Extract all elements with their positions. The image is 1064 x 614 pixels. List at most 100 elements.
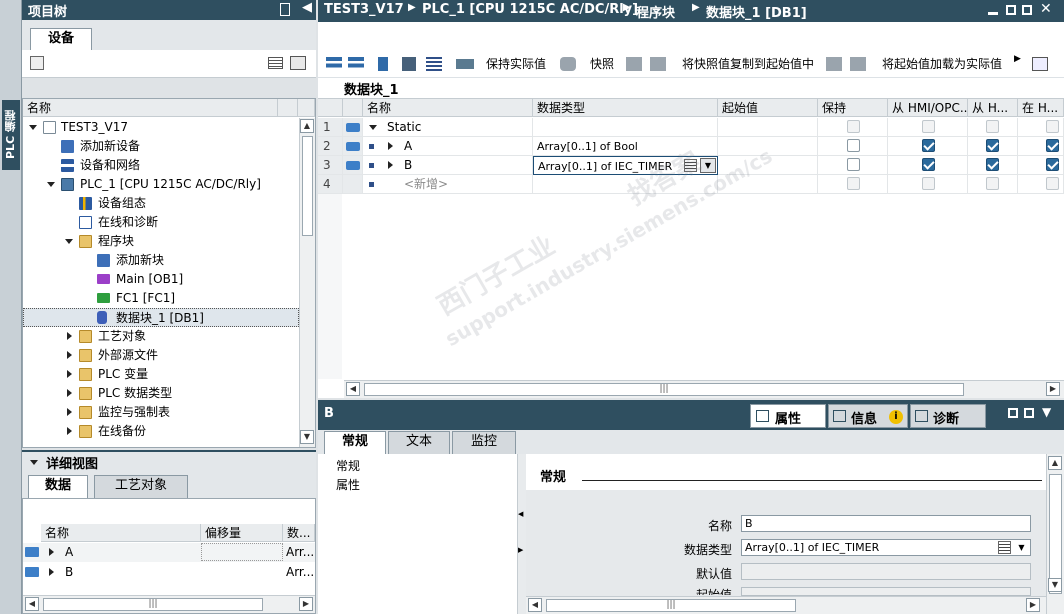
hmi-visible-checkbox[interactable]	[1046, 177, 1059, 190]
tree-item-online-backup[interactable]: 在线备份	[23, 422, 299, 441]
toolbar-more-icon[interactable]: ▶	[1014, 54, 1021, 64]
type-cell[interactable]	[533, 175, 718, 194]
tree-item-add-device[interactable]: 添加新设备	[23, 137, 299, 156]
hmi-access-cell[interactable]	[888, 118, 968, 137]
snapshot-button[interactable]: 快照	[590, 54, 614, 74]
hmi-write-cell[interactable]	[968, 137, 1018, 156]
hmi-access-cell[interactable]	[888, 156, 968, 175]
expand-icon[interactable]	[369, 125, 377, 130]
nav-item-properties[interactable]: 属性	[336, 476, 360, 493]
tree-item-external-sources[interactable]: 外部源文件	[23, 346, 299, 365]
collapsed-icon[interactable]	[67, 332, 72, 340]
detail-col-name[interactable]: 名称	[41, 524, 201, 542]
overview-icon[interactable]	[268, 57, 283, 69]
expand-icon[interactable]	[65, 239, 73, 244]
hmi-access-checkbox[interactable]	[922, 177, 935, 190]
insert-row-icon[interactable]	[326, 57, 342, 71]
grid-col-name[interactable]: 名称	[363, 99, 533, 117]
field-name[interactable]: B	[741, 515, 1031, 532]
splitter-right-icon[interactable]: ▶	[518, 546, 523, 554]
field-start-value[interactable]	[741, 587, 1031, 596]
hmi-visible-checkbox[interactable]	[1046, 158, 1059, 171]
start-cell[interactable]	[718, 175, 818, 194]
tree-item-project[interactable]: TEST3_V17	[23, 118, 299, 137]
restore-icon[interactable]	[1006, 5, 1016, 15]
retain-checkbox[interactable]	[847, 158, 860, 171]
collapse-left-icon[interactable]: ◀	[302, 0, 312, 15]
side-tab-plc-programming[interactable]: PLC 编程	[2, 100, 20, 170]
tab-device[interactable]: 设备	[30, 28, 92, 50]
retain-checkbox[interactable]	[847, 177, 860, 190]
scroll-thumb[interactable]	[302, 136, 313, 236]
start-cell[interactable]	[718, 156, 818, 175]
hmi-access-cell[interactable]	[888, 137, 968, 156]
tree-item-db1[interactable]: 数据块_1 [DB1]	[23, 308, 299, 327]
grid-col-hmi-write[interactable]: 从 H...	[968, 99, 1018, 117]
add-row-icon[interactable]	[348, 57, 364, 71]
hmi-access-checkbox[interactable]	[922, 139, 935, 152]
collapsed-icon[interactable]	[67, 389, 72, 397]
tree-item-plc-datatypes[interactable]: PLC 数据类型	[23, 384, 299, 403]
hmi-write-cell[interactable]	[968, 118, 1018, 137]
detail-row-a[interactable]: A Arr...	[23, 543, 315, 562]
load-start-icon-2[interactable]	[850, 57, 866, 71]
name-cell[interactable]: <新增>	[363, 175, 533, 194]
list-icon[interactable]	[426, 57, 442, 71]
name-cell[interactable]: A	[363, 137, 533, 156]
field-default-value[interactable]	[741, 563, 1031, 580]
add-view-icon[interactable]	[290, 56, 306, 70]
detail-col-type[interactable]: 数...	[283, 524, 315, 542]
keep-actual-button[interactable]: 保持实际值	[486, 54, 546, 74]
hmi-access-checkbox[interactable]	[922, 158, 935, 171]
scroll-down-icon[interactable]: ▼	[1048, 578, 1062, 592]
expand-icon[interactable]	[47, 182, 55, 187]
collapsed-icon[interactable]	[388, 142, 393, 150]
tab-tech-objects[interactable]: 工艺对象	[94, 475, 188, 498]
minimize-icon[interactable]	[988, 12, 998, 15]
hmi-visible-cell[interactable]	[1018, 118, 1064, 137]
device-view-icon[interactable]	[30, 56, 44, 70]
project-tree-scrollbar[interactable]: ▲ ▼	[299, 118, 315, 447]
tree-item-devices-networks[interactable]: 设备和网络	[23, 156, 299, 175]
retain-cell[interactable]	[818, 137, 888, 156]
tree-item-tech-objects[interactable]: 工艺对象	[23, 327, 299, 346]
grid-col-type[interactable]: 数据类型	[533, 99, 718, 117]
float-window-icon[interactable]	[1008, 408, 1018, 418]
hmi-write-checkbox[interactable]	[986, 177, 999, 190]
inspector-vscrollbar[interactable]: ▲ ▼	[1046, 454, 1064, 614]
grid-hscrollbar[interactable]: ◀ ||| ▶	[344, 380, 1064, 398]
breadcrumb-item[interactable]: PLC_1 [CPU 1215C AC/DC/Rly]	[422, 2, 638, 17]
collapsed-icon[interactable]	[67, 408, 72, 416]
expand-icon[interactable]	[29, 125, 37, 130]
grid-col-retain[interactable]: 保持	[818, 99, 888, 117]
tree-item-online-diag[interactable]: 在线和诊断	[23, 213, 299, 232]
scroll-right-icon[interactable]: ▶	[1046, 382, 1060, 396]
hmi-visible-cell[interactable]	[1018, 156, 1064, 175]
breadcrumb-item[interactable]: TEST3_V17	[324, 2, 404, 17]
tree-item-watch-tables[interactable]: 监控与强制表	[23, 403, 299, 422]
pin-icon[interactable]	[280, 3, 290, 16]
inspector-splitter[interactable]: ◀ ▶	[518, 454, 526, 614]
grid-col-hmi-access[interactable]: 从 HMI/OPC...	[888, 99, 968, 117]
grid-row-2[interactable]: 2 A Array[0..1] of Bool	[318, 137, 1064, 156]
dock-icon[interactable]	[1024, 408, 1034, 418]
retain-checkbox[interactable]	[847, 139, 860, 152]
hmi-access-cell[interactable]	[888, 175, 968, 194]
type-cell[interactable]: Array[0..1] of Bool	[533, 137, 718, 156]
collapsed-icon[interactable]	[388, 161, 393, 169]
subtab-general[interactable]: 常规	[324, 431, 386, 454]
type-cell[interactable]	[533, 118, 718, 137]
hmi-visible-checkbox[interactable]	[1046, 139, 1059, 152]
hmi-write-cell[interactable]	[968, 175, 1018, 194]
type-dropdown-icon[interactable]: ▼	[1014, 541, 1029, 554]
collapsed-icon[interactable]	[49, 568, 54, 576]
expand-icon[interactable]	[30, 460, 38, 465]
nav-item-general[interactable]: 常规	[336, 457, 360, 474]
collapsed-icon[interactable]	[67, 351, 72, 359]
type-browse-icon[interactable]	[684, 159, 697, 172]
retain-cell[interactable]	[818, 175, 888, 194]
retain-checkbox[interactable]	[847, 120, 860, 133]
field-data-type[interactable]: Array[0..1] of IEC_TIMER ▼	[741, 539, 1031, 556]
hmi-write-checkbox[interactable]	[986, 158, 999, 171]
tree-item-add-block[interactable]: 添加新块	[23, 251, 299, 270]
